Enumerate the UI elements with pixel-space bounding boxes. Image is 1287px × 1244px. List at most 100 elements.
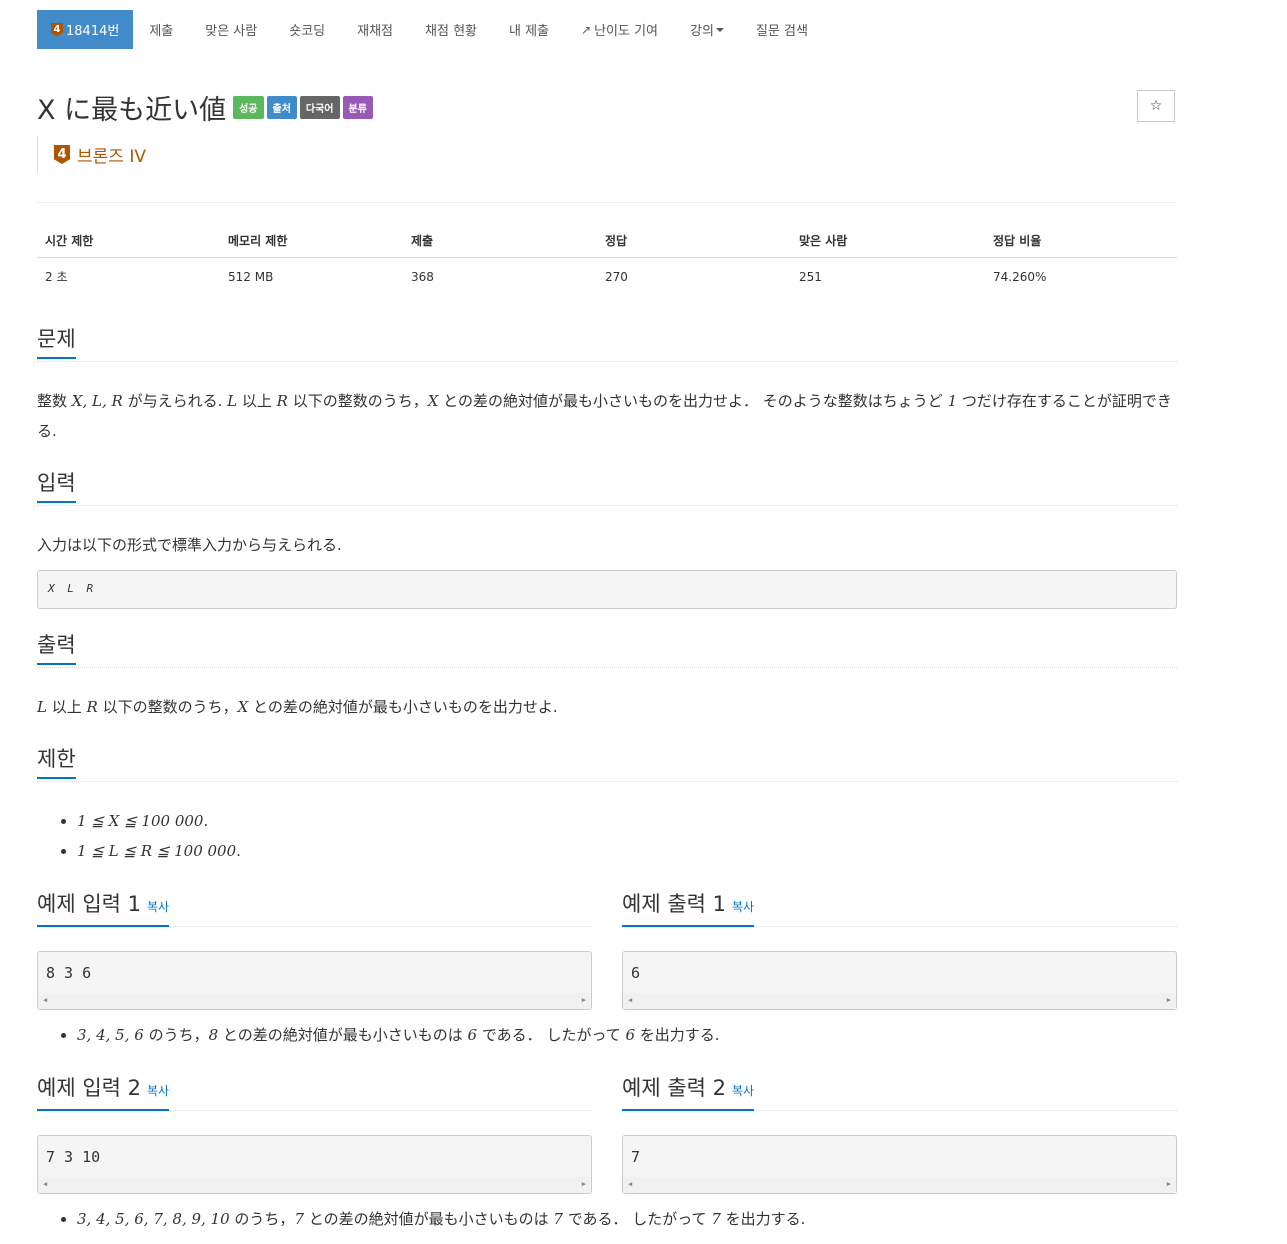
- copy-button[interactable]: 복사: [732, 1084, 754, 1098]
- math-var: 6: [467, 1026, 478, 1044]
- nav-difficulty-contribution[interactable]: ↗ 난이도 기여: [565, 10, 674, 49]
- scroll-left-icon[interactable]: ◀: [628, 1180, 632, 1188]
- problem-heading: 문제: [37, 325, 76, 359]
- text: 以上: [237, 392, 277, 410]
- text: 整数: [37, 392, 72, 410]
- math-var: X: [237, 698, 249, 716]
- input-section-header: 입력: [37, 469, 1177, 506]
- text: との差の絶対値が最も小さいものは: [218, 1026, 468, 1044]
- problem-title-row: X に最も近い値 성공 출처 다국어 분류: [37, 88, 373, 127]
- text: .: [203, 812, 209, 830]
- nav-rejudge[interactable]: 재채점: [341, 10, 409, 49]
- label-source[interactable]: 출처: [266, 96, 297, 119]
- list-item: 1 ≦ L ≦ R ≦ 100 000.: [77, 836, 241, 866]
- nav-status[interactable]: 채점 현황: [409, 10, 493, 49]
- output-section-header: 출력: [37, 631, 1177, 668]
- star-button[interactable]: ☆: [1137, 90, 1175, 122]
- label-success: 성공: [233, 96, 264, 119]
- sample-input-2-box: 7 3 10 ◀ ▶: [37, 1135, 592, 1194]
- nav-solved-users[interactable]: 맞은 사람: [189, 10, 273, 49]
- sample-input-1: 8 3 6: [46, 964, 92, 982]
- problem-title: X に最も近い値: [37, 95, 227, 126]
- scroll-left-icon[interactable]: ◀: [628, 996, 632, 1004]
- text: のうち，: [229, 1210, 295, 1228]
- input-heading: 입력: [37, 469, 76, 503]
- label-multilang[interactable]: 다국어: [299, 96, 340, 119]
- header-submissions: 제출: [403, 222, 597, 258]
- scroll-right-icon[interactable]: ▶: [1167, 996, 1171, 1004]
- sample-input-2-header: 예제 입력 2 복사: [37, 1074, 592, 1111]
- nav-short-coding[interactable]: 숏코딩: [273, 10, 341, 49]
- text: のうち，: [143, 1026, 209, 1044]
- limit-list: 1 ≦ X ≦ 100 000. 1 ≦ L ≦ R ≦ 100 000.: [37, 806, 241, 866]
- limit-heading: 제한: [37, 745, 76, 779]
- copy-button[interactable]: 복사: [147, 1084, 169, 1098]
- math-var: 6: [625, 1026, 636, 1044]
- sample-output-2-heading: 예제 출력 2 복사: [622, 1074, 755, 1111]
- label-category[interactable]: 분류: [342, 96, 373, 119]
- input-format-box: X L R: [37, 570, 1177, 609]
- text: との差の絶対値が最も小さいものは: [303, 1210, 554, 1228]
- horizontal-scrollbar[interactable]: ◀ ▶: [623, 993, 1176, 1009]
- sample-input-1-header: 예제 입력 1 복사: [37, 890, 592, 927]
- nav-submit[interactable]: 제출: [133, 10, 189, 49]
- text: を出力する.: [720, 1210, 806, 1228]
- heading-text: 예제 출력 2: [622, 1076, 726, 1100]
- math-var: 7: [711, 1210, 721, 1228]
- math-var: L: [37, 698, 47, 716]
- copy-button[interactable]: 복사: [732, 900, 754, 914]
- problem-description: 整数 X, L, R が与えられる. L 以上 R 以下の整数のうち，X との差…: [37, 386, 1177, 446]
- text: である． したがって: [477, 1026, 626, 1044]
- tier-text: 브론즈 IV: [77, 147, 146, 167]
- math-var: X: [427, 392, 439, 410]
- math-expression: 1 ≦ X ≦ 100 000: [77, 812, 204, 830]
- problem-info-table: 시간 제한 메모리 제한 제출 정답 맞은 사람 정답 비율 2 초 512 M…: [37, 222, 1177, 295]
- header-accepted: 정답: [597, 222, 791, 258]
- math-var: R: [86, 698, 98, 716]
- nav-lectures-label: 강의: [690, 24, 714, 39]
- bronze-tier-icon: 4: [51, 22, 63, 37]
- scroll-right-icon[interactable]: ▶: [582, 996, 586, 1004]
- horizontal-scrollbar[interactable]: ◀ ▶: [38, 1177, 591, 1193]
- math-var: R: [276, 392, 288, 410]
- copy-button[interactable]: 복사: [147, 900, 169, 914]
- horizontal-scrollbar[interactable]: ◀ ▶: [623, 1177, 1176, 1193]
- text: 以上: [46, 698, 87, 716]
- input-description: 入力は以下の形式で標準入力から与えられる.: [37, 536, 342, 554]
- math-expression: 1 ≦ L ≦ R ≦ 100 000: [77, 842, 237, 860]
- scroll-left-icon[interactable]: ◀: [43, 1180, 47, 1188]
- value-solved-users: 251: [799, 269, 822, 284]
- nav-difficulty-label: 난이도 기여: [594, 24, 659, 39]
- scroll-left-icon[interactable]: ◀: [43, 996, 47, 1004]
- nav-question-search[interactable]: 질문 검색: [740, 10, 824, 49]
- list-item: 3, 4, 5, 6, 7, 8, 9, 10 のうち，7 との差の絶対値が最も…: [77, 1204, 805, 1234]
- text: 以下の整数のうち，: [287, 392, 428, 410]
- star-icon: ☆: [1149, 98, 1163, 114]
- math-var: 7: [294, 1210, 304, 1228]
- value-ratio: 74.260%: [993, 269, 1047, 284]
- value-time-limit: 2 초: [45, 270, 68, 284]
- heading-text: 예제 출력 1: [622, 892, 726, 916]
- sample-output-1-box: 6 ◀ ▶: [622, 951, 1177, 1010]
- header-ratio: 정답 비율: [985, 222, 1177, 258]
- text: が与えられる.: [122, 392, 228, 410]
- horizontal-scrollbar[interactable]: ◀ ▶: [38, 993, 591, 1009]
- sample-1-note: 3, 4, 5, 6 のうち，8 との差の絶対値が最も小さいものは 6 である．…: [37, 1020, 720, 1050]
- sample-output-2: 7: [631, 1148, 641, 1166]
- math-var: 8: [208, 1026, 219, 1044]
- nav-my-submissions[interactable]: 내 제출: [493, 10, 565, 49]
- math-var: 3, 4, 5, 6, 7, 8, 9, 10: [77, 1210, 230, 1228]
- scroll-right-icon[interactable]: ▶: [1167, 1180, 1171, 1188]
- sample-output-2-box: 7 ◀ ▶: [622, 1135, 1177, 1194]
- nav-problem-number[interactable]: 4 18414번: [37, 10, 134, 49]
- caret-down-icon: [715, 27, 724, 32]
- list-item: 3, 4, 5, 6 のうち，8 との差の絶対値が最も小さいものは 6 である．…: [77, 1020, 720, 1050]
- problem-tier: 4 브론즈 IV: [37, 136, 146, 173]
- nav-lectures-dropdown[interactable]: 강의: [674, 10, 740, 49]
- text: である． したがって: [562, 1210, 712, 1228]
- problem-nav: 4 18414번 제출 맞은 사람 숏코딩 재채점 채점 현황 내 제출 ↗ 난…: [37, 10, 824, 49]
- heading-text: 예제 입력 2: [37, 1076, 141, 1100]
- text: との差の絶対値が最も小さいものを出力せよ.: [248, 698, 558, 716]
- scroll-right-icon[interactable]: ▶: [582, 1180, 586, 1188]
- value-submissions: 368: [411, 269, 434, 284]
